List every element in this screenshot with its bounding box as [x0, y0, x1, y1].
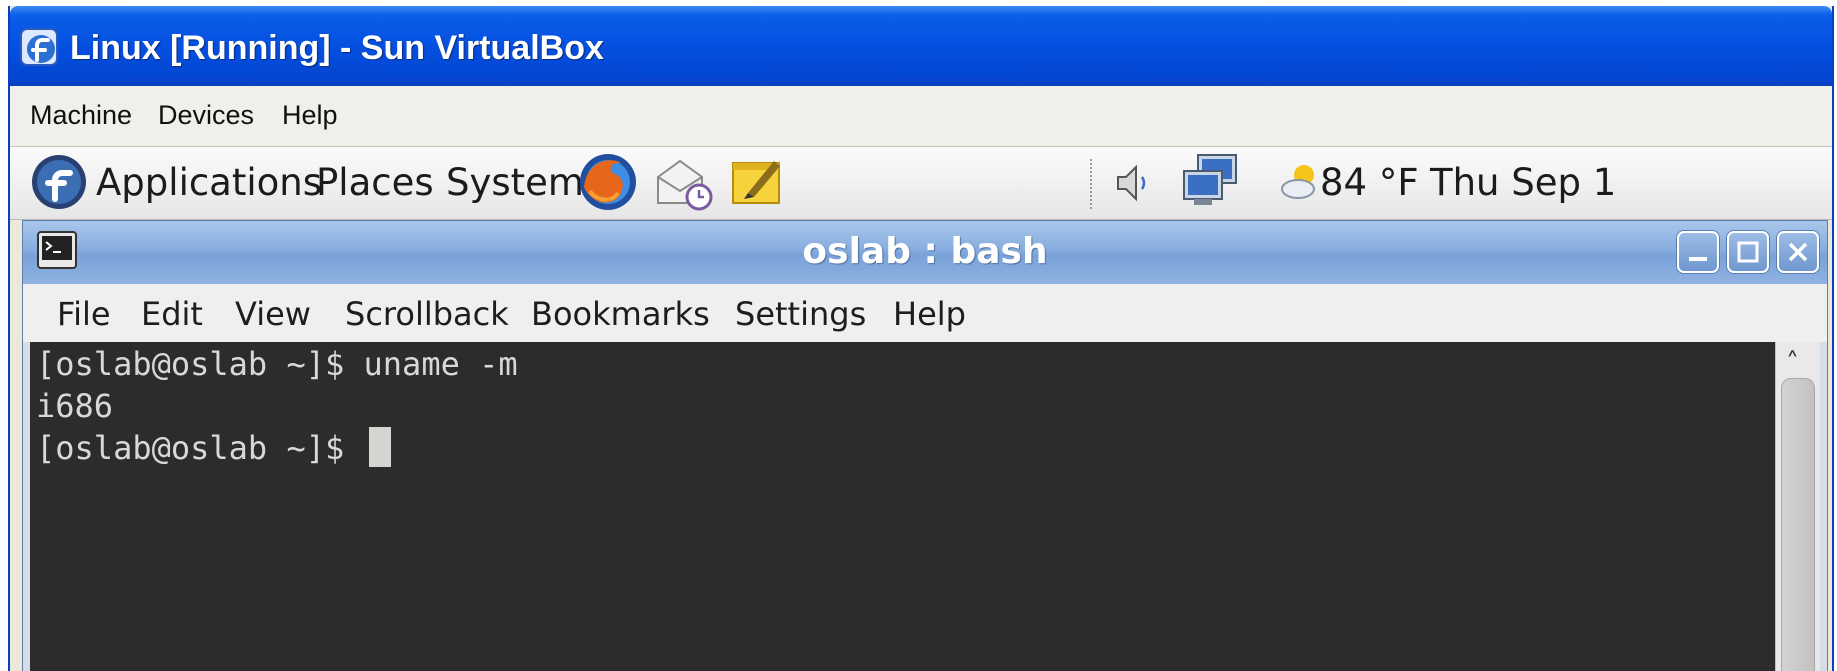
terminal-line: [oslab@oslab ~]$: [36, 429, 364, 467]
maximize-icon: [1737, 241, 1759, 263]
terminal-cursor: [369, 427, 391, 467]
scroll-up-icon[interactable]: ˄: [1786, 348, 1799, 378]
konsole-window: oslab : bash File Edit View Scrollback B…: [22, 220, 1828, 671]
weather-partly-cloudy-icon[interactable]: [1280, 161, 1320, 203]
virtualbox-titlebar[interactable]: Linux [Running] - Sun VirtualBox: [10, 6, 1832, 86]
volume-icon[interactable]: [1114, 161, 1154, 205]
virtualbox-window: Linux [Running] - Sun VirtualBox Machine…: [8, 6, 1834, 671]
firefox-icon[interactable]: [576, 151, 640, 213]
menu-bookmarks[interactable]: Bookmarks: [531, 294, 710, 334]
menu-machine[interactable]: Machine: [30, 100, 132, 131]
panel-menu-places[interactable]: Places: [316, 161, 434, 205]
mail-clock-icon[interactable]: [654, 155, 716, 213]
notes-icon[interactable]: [730, 155, 786, 209]
panel-menu-applications[interactable]: Applications: [96, 161, 322, 205]
fedora-logo-icon[interactable]: [30, 153, 88, 211]
gnome-top-panel: Applications Places System 84 °F Thu Sep…: [10, 147, 1832, 220]
menu-settings[interactable]: Settings: [735, 294, 866, 334]
maximize-button[interactable]: [1727, 231, 1769, 273]
menu-konsole-help[interactable]: Help: [893, 294, 966, 334]
konsole-title: oslab : bash: [802, 231, 1048, 272]
terminal-line: [oslab@oslab ~]$ uname -m: [36, 345, 518, 383]
menu-help[interactable]: Help: [282, 100, 338, 131]
panel-menu-system[interactable]: System: [446, 161, 584, 205]
network-icon[interactable]: [1180, 153, 1240, 209]
terminal-scrollbar[interactable]: ˄: [1775, 342, 1820, 671]
scrollbar-thumb[interactable]: [1781, 378, 1815, 671]
minimize-button[interactable]: [1677, 231, 1719, 273]
menu-scrollback[interactable]: Scrollback: [345, 294, 509, 334]
minimize-icon: [1689, 257, 1707, 261]
menu-view[interactable]: View: [235, 294, 311, 334]
close-icon: [1788, 242, 1808, 262]
close-button[interactable]: [1777, 231, 1819, 273]
weather-temperature[interactable]: 84 °F: [1320, 161, 1419, 205]
panel-separator: [1090, 159, 1098, 209]
konsole-menubar: File Edit View Scrollback Bookmarks Sett…: [23, 284, 1827, 342]
window-title: Linux [Running] - Sun VirtualBox: [70, 29, 604, 67]
menu-edit[interactable]: Edit: [141, 294, 203, 334]
konsole-titlebar[interactable]: oslab : bash: [23, 221, 1827, 285]
menu-devices[interactable]: Devices: [158, 100, 254, 131]
menu-file[interactable]: File: [57, 294, 111, 334]
panel-clock[interactable]: Thu Sep 1: [1430, 161, 1616, 205]
virtualbox-menubar: Machine Devices Help: [10, 86, 1832, 147]
terminal-output[interactable]: [oslab@oslab ~]$ uname -m i686 [oslab@os…: [30, 342, 1775, 671]
terminal-line: i686: [36, 387, 114, 425]
virtualbox-app-icon[interactable]: [20, 28, 58, 66]
